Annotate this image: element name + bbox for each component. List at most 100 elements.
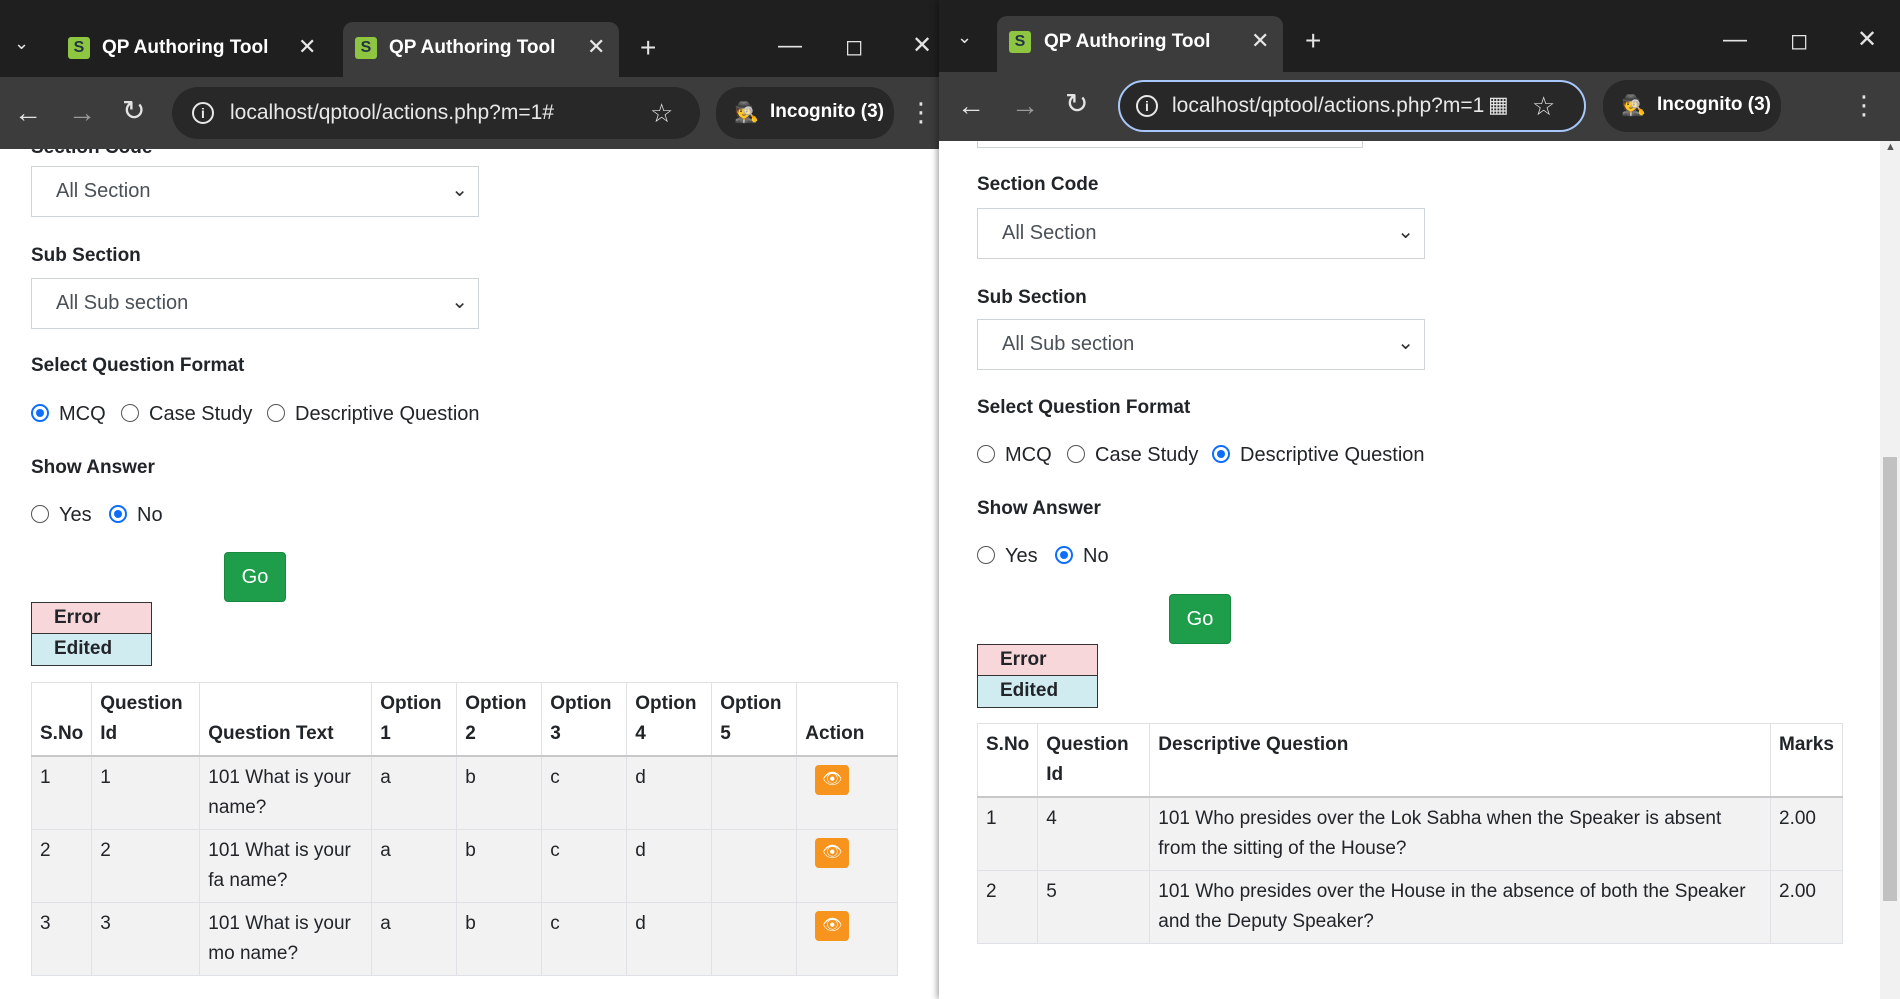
- cell-option-3: c: [541, 829, 628, 903]
- close-window-icon[interactable]: ✕: [912, 34, 932, 58]
- sub-section-value: All Sub section: [1002, 333, 1135, 355]
- cell-sno: 3: [30, 902, 93, 976]
- arrow-right-icon[interactable]: →: [68, 99, 96, 127]
- eye-icon[interactable]: 👁: [815, 765, 850, 795]
- radio-button[interactable]: [31, 505, 49, 523]
- arrow-left-icon[interactable]: ←: [14, 99, 42, 127]
- close-tab-icon[interactable]: ✕: [1251, 28, 1269, 54]
- cell-marks: 2.00: [1770, 796, 1843, 871]
- radio-button[interactable]: [31, 404, 49, 422]
- scrollbar-thumb[interactable]: [1883, 457, 1897, 901]
- radio-label: Case Study: [1095, 444, 1199, 466]
- radio-mcq[interactable]: MCQ: [31, 403, 106, 426]
- cell-question-text: 101 What is your mo name?: [199, 902, 373, 976]
- tab-title: QP Authoring Tool: [389, 37, 556, 58]
- table-header-row: S.No Question Id Question Text Option 1 …: [30, 682, 898, 757]
- header-marks: Marks: [1770, 723, 1843, 798]
- address-bar[interactable]: i localhost/qptool/actions.php?m=1 ▦ ☆: [1118, 80, 1586, 132]
- close-window-icon[interactable]: ✕: [1857, 28, 1877, 52]
- sub-section-select[interactable]: All Sub section ⌄: [977, 319, 1425, 370]
- qr-code-icon[interactable]: ▦: [1488, 94, 1509, 116]
- radio-button[interactable]: [267, 404, 285, 422]
- section-code-value: All Section: [56, 180, 151, 202]
- eye-icon[interactable]: 👁: [815, 838, 850, 868]
- section-code-select[interactable]: All Section ⌄: [977, 208, 1425, 259]
- cell-question-id: 2: [91, 829, 201, 903]
- table-row: 2 2 101 What is your fa name? a b c d 👁: [30, 829, 898, 903]
- incognito-label: Incognito (3): [1657, 94, 1771, 115]
- radio-label: Descriptive Question: [1240, 444, 1425, 466]
- radio-case-study[interactable]: Case Study: [121, 403, 252, 426]
- maximize-icon[interactable]: ◻: [1790, 30, 1808, 52]
- cell-option-4: d: [626, 829, 713, 903]
- scroll-up-arrow-icon[interactable]: ▲: [1885, 141, 1896, 153]
- cell-sno: 2: [976, 870, 1039, 944]
- radio-button[interactable]: [977, 546, 995, 564]
- radio-show-answer-yes[interactable]: Yes: [31, 504, 92, 527]
- arrow-right-icon[interactable]: →: [1011, 92, 1039, 120]
- radio-label: MCQ: [1005, 444, 1052, 466]
- close-tab-icon[interactable]: ✕: [587, 34, 605, 60]
- minimize-icon[interactable]: —: [1723, 28, 1747, 52]
- radio-show-answer-no[interactable]: No: [109, 504, 163, 527]
- cell-option-3: c: [541, 755, 628, 830]
- go-button[interactable]: Go: [224, 552, 286, 602]
- incognito-indicator[interactable]: 🕵 Incognito (3): [716, 87, 894, 139]
- cell-question-id: 5: [1037, 870, 1151, 944]
- radio-button[interactable]: [109, 505, 127, 523]
- address-bar[interactable]: i localhost/qptool/actions.php?m=1# ☆: [172, 87, 700, 139]
- radio-descriptive-question[interactable]: Descriptive Question: [1212, 444, 1425, 467]
- go-button[interactable]: Go: [1169, 594, 1231, 644]
- table-header-row: S.No Question Id Descriptive Question Ma…: [976, 723, 1843, 798]
- radio-button[interactable]: [1212, 445, 1230, 463]
- vertical-scrollbar[interactable]: ▲: [1880, 141, 1900, 999]
- incognito-indicator[interactable]: 🕵 Incognito (3): [1603, 80, 1781, 132]
- star-icon[interactable]: ☆: [650, 100, 673, 126]
- radio-button[interactable]: [121, 404, 139, 422]
- select-partial: [977, 141, 1363, 148]
- cell-question-text: 101 What is your name?: [199, 755, 373, 830]
- header-question-id: Question Id: [91, 682, 201, 757]
- tab-search-dropdown-icon[interactable]: ⌄: [957, 28, 972, 46]
- new-tab-icon[interactable]: +: [640, 34, 656, 62]
- new-tab-icon[interactable]: +: [1305, 27, 1321, 55]
- kebab-menu-icon[interactable]: ⋮: [908, 99, 934, 125]
- eye-icon[interactable]: 👁: [815, 911, 850, 941]
- cell-question-text: 101 What is your fa name?: [199, 829, 373, 903]
- close-tab-icon[interactable]: ✕: [298, 34, 316, 60]
- kebab-menu-icon[interactable]: ⋮: [1851, 92, 1877, 118]
- question-format-label: Select Question Format: [977, 397, 1191, 418]
- header-option-1: Option 1: [371, 682, 458, 757]
- minimize-icon[interactable]: —: [778, 34, 802, 58]
- radio-button[interactable]: [1067, 445, 1085, 463]
- cell-option-4: d: [626, 755, 713, 830]
- radio-button[interactable]: [977, 445, 995, 463]
- tab-2-active[interactable]: S QP Authoring Tool ✕: [343, 22, 619, 77]
- radio-mcq[interactable]: MCQ: [977, 444, 1052, 467]
- section-code-value: All Section: [1002, 222, 1097, 244]
- arrow-left-icon[interactable]: ←: [957, 92, 985, 120]
- reload-icon[interactable]: ↻: [122, 97, 145, 125]
- tab-1[interactable]: S QP Authoring Tool ✕: [58, 22, 334, 77]
- header-option-2: Option 2: [456, 682, 543, 757]
- legend-error: Error: [32, 603, 151, 634]
- radio-button[interactable]: [1055, 546, 1073, 564]
- maximize-icon[interactable]: ◻: [845, 36, 863, 58]
- radio-show-answer-yes[interactable]: Yes: [977, 545, 1038, 568]
- cell-option-4: d: [626, 902, 713, 976]
- radio-show-answer-no[interactable]: No: [1055, 545, 1109, 568]
- section-code-select[interactable]: All Section ⌄: [31, 166, 479, 217]
- cell-option-5: [711, 902, 798, 976]
- radio-case-study[interactable]: Case Study: [1067, 444, 1198, 467]
- sub-section-select[interactable]: All Sub section ⌄: [31, 278, 479, 329]
- tab-strip: ⌄ S QP Authoring Tool ✕ + — ◻ ✕: [939, 0, 1900, 72]
- info-circle-icon[interactable]: i: [1136, 95, 1158, 117]
- tab-1-active[interactable]: S QP Authoring Tool ✕: [997, 16, 1283, 72]
- star-icon[interactable]: ☆: [1532, 93, 1555, 119]
- radio-descriptive-question[interactable]: Descriptive Question: [267, 403, 480, 426]
- tab-search-dropdown-icon[interactable]: ⌄: [14, 34, 29, 52]
- chevron-down-icon: ⌄: [1397, 221, 1414, 243]
- info-circle-icon[interactable]: i: [192, 102, 214, 124]
- reload-icon[interactable]: ↻: [1065, 90, 1088, 118]
- radio-label: Descriptive Question: [295, 403, 480, 425]
